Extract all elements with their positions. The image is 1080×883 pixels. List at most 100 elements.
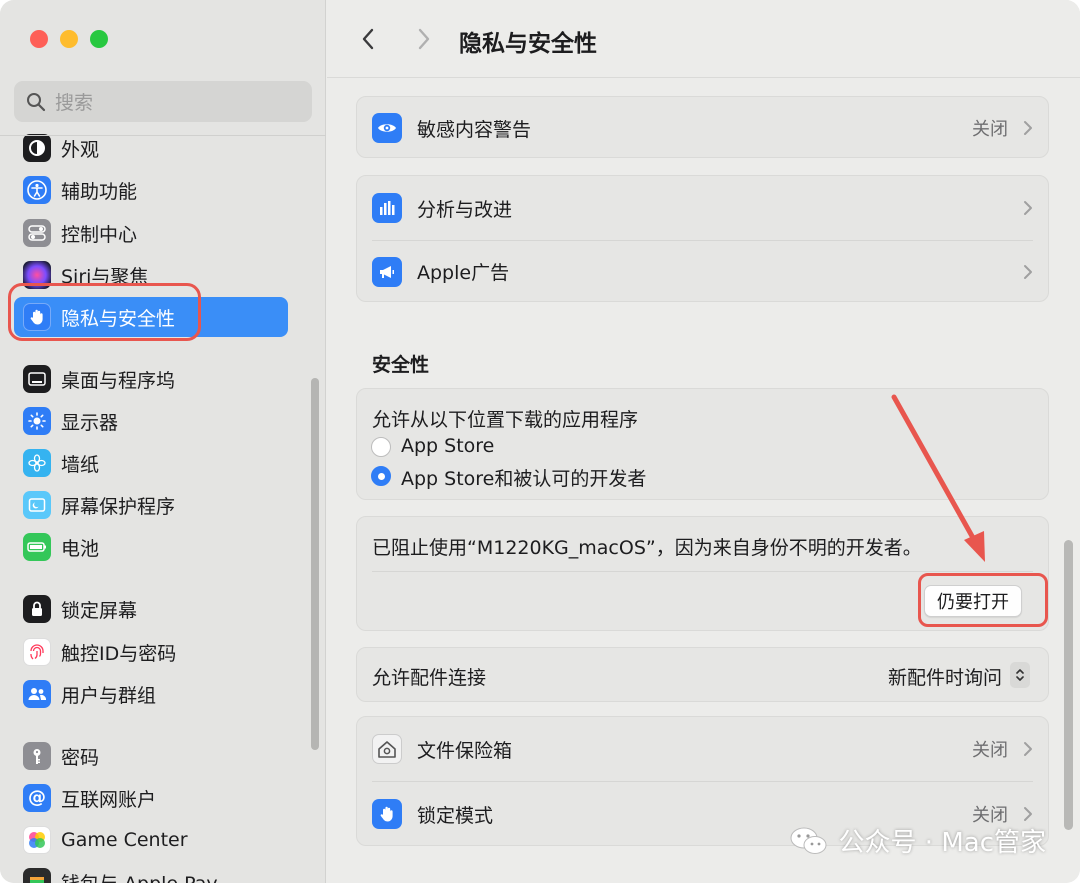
up-down-chevron-icon	[1016, 669, 1024, 681]
sidebar-item-label: 互联网账户	[61, 788, 157, 811]
sidebar-item-label: 触控ID与密码	[61, 642, 177, 665]
sidebar-item-label: 外观	[61, 138, 100, 161]
bar-chart-icon	[372, 193, 402, 223]
lock-screen-icon	[23, 595, 51, 623]
sidebar-divider	[0, 135, 326, 136]
annotation-highlight-button	[918, 573, 1048, 627]
sidebar-item-game-center[interactable]: Game Center	[14, 820, 288, 860]
sidebar-item-label: 显示器	[61, 411, 119, 434]
row-divider	[372, 571, 1033, 572]
download-source-card: 允许从以下位置下载的应用程序 App Store App Store和被认可的开…	[356, 388, 1049, 500]
sidebar-item-label: 控制中心	[61, 223, 138, 246]
sidebar-item-screensaver[interactable]: 屏幕保护程序	[14, 485, 288, 525]
filevault-row[interactable]: 文件保险箱 关闭	[357, 717, 1048, 781]
close-window-button[interactable]	[30, 30, 48, 48]
chevron-right-icon	[1024, 264, 1032, 279]
sidebar-item-lock-screen[interactable]: 锁定屏幕	[14, 589, 288, 629]
wechat-icon	[790, 827, 827, 854]
lockdown-label: 锁定模式	[417, 804, 494, 827]
touch-id-icon	[23, 638, 51, 666]
settings-window: 搜索 外观 辅助功能 控制中心 Siri与聚焦 隐私与安全性 桌面与程序坞 显示…	[0, 0, 1080, 883]
wallpaper-icon	[23, 449, 51, 477]
battery-icon	[23, 533, 51, 561]
analytics-ads-card: 分析与改进 Apple广告	[356, 175, 1049, 302]
sensitive-content-row[interactable]: 敏感内容警告 关闭	[357, 97, 1048, 159]
sidebar-item-label: 屏幕保护程序	[61, 495, 176, 518]
accessibility-icon	[23, 176, 51, 204]
sidebar-item-displays[interactable]: 显示器	[14, 401, 288, 441]
sidebar-item-battery[interactable]: 电池	[14, 527, 288, 567]
chevron-left-icon	[362, 28, 374, 50]
radio-app-store-label: App Store	[401, 435, 495, 457]
hand-icon	[372, 799, 402, 829]
main-scrollbar[interactable]	[1064, 540, 1073, 830]
chevron-right-icon	[1024, 807, 1032, 821]
titlebar: 隐私与安全性	[327, 0, 1080, 78]
forward-button[interactable]	[407, 22, 441, 56]
sidebar-item-touch-id[interactable]: 触控ID与密码	[14, 632, 288, 672]
sidebar-item-label: 辅助功能	[61, 180, 138, 203]
apple-ads-row[interactable]: Apple广告	[357, 240, 1048, 303]
radio-app-store[interactable]	[371, 437, 391, 457]
sidebar-item-wallpaper[interactable]: 墙纸	[14, 443, 288, 483]
sidebar-list: 外观 辅助功能 控制中心 Siri与聚焦 隐私与安全性 桌面与程序坞 显示器 墙…	[0, 127, 326, 883]
sidebar-item-passwords[interactable]: 密码	[14, 736, 288, 776]
watermark-text: 公众号 · Mac管家	[838, 828, 1046, 858]
desktop-dock-icon	[23, 365, 51, 393]
minimize-window-button[interactable]	[60, 30, 78, 48]
sidebar: 搜索 外观 辅助功能 控制中心 Siri与聚焦 隐私与安全性 桌面与程序坞 显示…	[0, 0, 326, 883]
zoom-window-button[interactable]	[90, 30, 108, 48]
blocked-app-message: 已阻止使用“M1220KG_macOS”，因为来自身份不明的开发者。	[372, 537, 922, 559]
chevron-right-icon	[1024, 121, 1032, 135]
sidebar-scrollbar[interactable]	[311, 378, 319, 750]
watermark: 公众号 · Mac管家	[789, 822, 1046, 859]
sidebar-item-wallet[interactable]: 钱包与 Apple Pay	[14, 862, 288, 883]
sidebar-item-internet-accounts[interactable]: @ 互联网账户	[14, 778, 288, 818]
search-placeholder: 搜索	[55, 92, 94, 114]
key-icon	[23, 742, 51, 770]
appearance-icon	[23, 134, 51, 162]
display-icon	[23, 407, 51, 435]
accessories-label: 允许配件连接	[372, 667, 487, 689]
filevault-value: 关闭	[972, 740, 1008, 761]
search-icon	[27, 92, 46, 111]
filevault-label: 文件保险箱	[417, 739, 513, 762]
popup-stepper[interactable]	[1010, 662, 1030, 688]
security-section-title: 安全性	[372, 354, 430, 376]
sidebar-item-label: 密码	[61, 746, 100, 769]
sidebar-item-label: 电池	[61, 537, 100, 560]
wallet-icon	[23, 868, 51, 883]
analytics-label: 分析与改进	[417, 198, 513, 221]
sidebar-item-desktop-dock[interactable]: 桌面与程序坞	[14, 359, 288, 399]
control-center-icon	[23, 219, 51, 247]
sidebar-item-accessibility[interactable]: 辅助功能	[14, 170, 288, 210]
page-title: 隐私与安全性	[459, 31, 597, 57]
back-button[interactable]	[351, 22, 385, 56]
house-lock-icon	[372, 734, 402, 764]
accessories-value[interactable]: 新配件时询问	[888, 663, 1002, 690]
sidebar-item-control-center[interactable]: 控制中心	[14, 213, 288, 253]
screensaver-icon	[23, 491, 51, 519]
sidebar-item-label: 用户与群组	[61, 684, 157, 707]
download-source-label: 允许从以下位置下载的应用程序	[372, 409, 639, 431]
main-content: 敏感内容警告 关闭 分析与改进 Apple广告 安全性 允许从以下位置下载的应用…	[327, 0, 1080, 883]
sidebar-item-label: 墙纸	[61, 453, 100, 476]
annotation-highlight-sidebar	[8, 283, 201, 341]
search-field[interactable]: 搜索	[14, 81, 312, 122]
accessories-card: 允许配件连接 新配件时询问	[356, 647, 1049, 702]
sidebar-item-appearance[interactable]: 外观	[14, 128, 288, 168]
at-icon: @	[23, 784, 51, 812]
eye-warning-icon	[372, 113, 402, 143]
analytics-row[interactable]: 分析与改进	[357, 176, 1048, 240]
sidebar-item-users-groups[interactable]: 用户与群组	[14, 674, 288, 714]
radio-app-store-devs[interactable]	[371, 466, 391, 486]
sidebar-item-label: 钱包与 Apple Pay	[61, 869, 218, 883]
game-center-icon	[23, 826, 51, 854]
chevron-right-icon	[418, 28, 430, 50]
chevron-right-icon	[1024, 742, 1032, 756]
sidebar-item-label: Game Center	[61, 829, 188, 851]
users-groups-icon	[23, 680, 51, 708]
sensitive-content-value: 关闭	[972, 119, 1008, 140]
chevron-right-icon	[1024, 201, 1032, 215]
radio-app-store-devs-label: App Store和被认可的开发者	[401, 468, 647, 490]
